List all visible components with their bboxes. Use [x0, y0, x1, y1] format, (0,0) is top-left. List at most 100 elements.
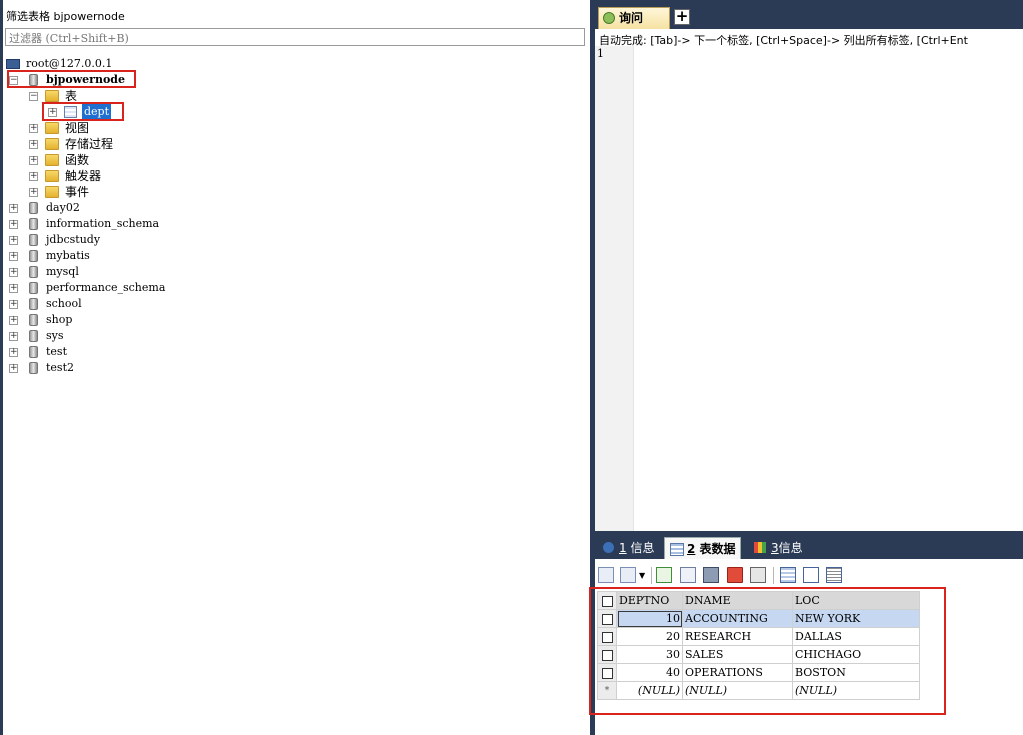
line-number: 1 — [597, 47, 604, 60]
folder-icon — [45, 90, 59, 102]
folder-icon — [45, 122, 59, 134]
add-row-icon[interactable] — [656, 567, 672, 583]
folder-label: 事件 — [65, 185, 90, 199]
db-node[interactable]: + performance_schema — [9, 280, 179, 296]
export-icon[interactable] — [598, 567, 614, 583]
highlight-box-db — [7, 70, 136, 88]
database-icon — [29, 362, 38, 374]
db-label: test2 — [46, 361, 74, 374]
folder-icon — [45, 138, 59, 150]
database-icon — [29, 266, 38, 278]
highlight-box-results — [589, 587, 946, 715]
expand-icon[interactable]: + — [29, 140, 38, 149]
grid-view-icon[interactable] — [780, 567, 796, 583]
database-icon — [29, 234, 38, 246]
db-label: jdbcstudy — [46, 233, 101, 246]
expand-icon[interactable]: + — [9, 220, 18, 229]
folder-icon — [45, 154, 59, 166]
filter-label: 筛选表格 bjpowernode — [6, 10, 125, 23]
line-gutter — [595, 46, 634, 531]
highlight-box-table — [42, 102, 124, 121]
db-node[interactable]: + test — [9, 344, 179, 360]
tab-table-data[interactable]: 2 表数据 — [664, 537, 741, 559]
db-label: mysql — [46, 265, 79, 278]
expand-icon[interactable]: + — [9, 348, 18, 357]
folder-label: 函数 — [65, 153, 90, 167]
expand-icon[interactable]: + — [29, 156, 38, 165]
info-icon — [603, 542, 614, 553]
expand-icon[interactable]: + — [9, 204, 18, 213]
database-icon — [29, 218, 38, 230]
db-label: information_schema — [46, 217, 160, 230]
cancel-changes-icon[interactable] — [750, 567, 766, 583]
tab-num: 3 — [771, 541, 779, 555]
expand-icon[interactable]: + — [9, 316, 18, 325]
folder-label: 触发器 — [65, 169, 102, 183]
db-node[interactable]: + day02 — [9, 200, 179, 216]
add-tab-button[interactable]: + — [674, 9, 690, 25]
tab-label: 表数据 — [699, 542, 736, 556]
table-icon — [670, 543, 684, 556]
db-node[interactable]: + shop — [9, 312, 179, 328]
db-label: sys — [46, 329, 64, 342]
db-node[interactable]: + sys — [9, 328, 179, 344]
query-icon — [603, 12, 615, 24]
db-node[interactable]: + jdbcstudy — [9, 232, 179, 248]
folder-label: 存储过程 — [65, 137, 114, 151]
db-label: mybatis — [46, 249, 90, 262]
database-icon — [29, 314, 38, 326]
folder-label: 视图 — [65, 121, 90, 135]
expand-icon[interactable]: + — [29, 188, 38, 197]
expand-icon[interactable]: + — [9, 268, 18, 277]
server-icon — [6, 59, 20, 69]
db-label: day02 — [46, 201, 80, 214]
db-label: test — [46, 345, 67, 358]
db-node[interactable]: + mysql — [9, 264, 179, 280]
query-editor[interactable] — [595, 29, 1023, 531]
expand-icon[interactable]: + — [9, 284, 18, 293]
database-icon — [29, 250, 38, 262]
folder-node[interactable]: + 事件 — [29, 184, 129, 200]
db-label: school — [46, 297, 82, 310]
delete-icon[interactable] — [727, 567, 743, 583]
expand-icon[interactable]: + — [9, 364, 18, 373]
result-tabs-bar — [595, 534, 1023, 560]
db-node[interactable]: + mybatis — [9, 248, 179, 264]
tab-label: 信息 — [630, 541, 655, 555]
expand-icon[interactable]: + — [9, 236, 18, 245]
text-view-icon[interactable] — [826, 567, 842, 583]
tab-messages-3[interactable]: 3信息 — [751, 537, 803, 559]
tab-num: 1 — [619, 541, 627, 555]
folder-node[interactable]: + 触发器 — [29, 168, 129, 184]
tab-num: 2 — [687, 542, 696, 556]
database-icon — [29, 282, 38, 294]
collapse-icon[interactable]: − — [29, 92, 38, 101]
folder-icon — [45, 186, 59, 198]
filter-input[interactable]: 过滤器 (Ctrl+Shift+B) — [5, 28, 585, 46]
form-view-icon[interactable] — [803, 567, 819, 583]
toolbar-separator — [773, 567, 774, 584]
chevron-down-icon[interactable]: ▼ — [639, 571, 645, 580]
expand-icon[interactable]: + — [29, 124, 38, 133]
expand-icon[interactable]: + — [29, 172, 38, 181]
expand-icon[interactable]: + — [9, 252, 18, 261]
save-icon[interactable] — [703, 567, 719, 583]
db-node[interactable]: + test2 — [9, 360, 179, 376]
folder-node[interactable]: + 函数 — [29, 152, 129, 168]
database-icon — [29, 298, 38, 310]
tab-query[interactable]: 询问 — [598, 7, 670, 29]
tab-messages-1[interactable]: 1 信息 — [601, 537, 654, 559]
database-icon — [29, 330, 38, 342]
expand-icon[interactable]: + — [9, 332, 18, 341]
copy-row-icon[interactable] — [680, 567, 696, 583]
folder-node[interactable]: + 存储过程 — [29, 136, 129, 152]
tab-query-label: 询问 — [619, 11, 644, 25]
database-icon — [29, 346, 38, 358]
db-node[interactable]: + school — [9, 296, 179, 312]
database-icon — [29, 202, 38, 214]
db-label: shop — [46, 313, 73, 326]
db-node[interactable]: + information_schema — [9, 216, 179, 232]
expand-icon[interactable]: + — [9, 300, 18, 309]
import-icon[interactable] — [620, 567, 636, 583]
folder-node[interactable]: + 视图 — [29, 120, 129, 136]
